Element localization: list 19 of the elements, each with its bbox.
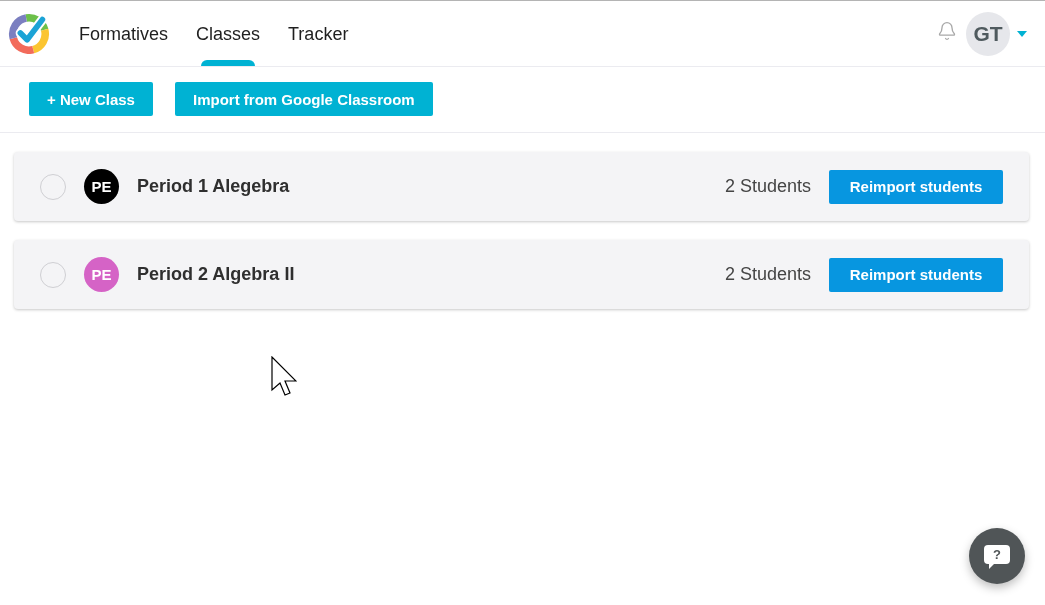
logo-icon[interactable] <box>8 11 50 54</box>
select-radio[interactable] <box>40 261 66 288</box>
caret-down-icon[interactable] <box>1017 30 1027 37</box>
notification-bell-icon[interactable] <box>937 20 957 43</box>
class-avatar: PE <box>84 169 119 204</box>
nav-tab[interactable]: Tracker <box>288 1 349 66</box>
reimport-button[interactable]: Reimport students <box>829 169 1003 204</box>
student-count: 2 Students <box>724 264 811 285</box>
nav-tab[interactable]: Classes <box>196 1 261 66</box>
select-radio[interactable] <box>40 173 66 200</box>
reimport-button[interactable]: Reimport students <box>829 257 1003 292</box>
mouse-pointer-icon <box>271 356 297 396</box>
help-chat-button[interactable]: ? <box>969 528 1025 584</box>
user-avatar[interactable]: GT <box>966 11 1010 56</box>
class-avatar: PE <box>84 257 119 292</box>
class-name: Period 2 Algebra II <box>137 264 295 285</box>
student-count: 2 Students <box>724 176 811 197</box>
nav-tab[interactable]: Formatives <box>79 1 168 66</box>
class-name: Period 1 Alegebra <box>137 176 290 197</box>
